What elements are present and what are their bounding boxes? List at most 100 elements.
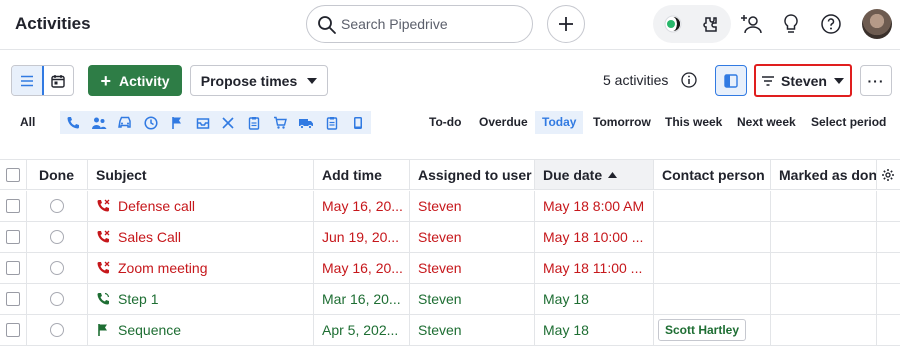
propose-times-button[interactable]: Propose times: [190, 65, 328, 96]
mark-done-radio[interactable]: [27, 253, 88, 283]
flag-icon[interactable]: [163, 111, 190, 134]
period-this-week[interactable]: This week: [658, 111, 729, 134]
clock-icon[interactable]: [137, 111, 164, 134]
cell-due-date: May 18: [535, 315, 654, 345]
marketplace-icon[interactable]: [699, 13, 721, 35]
column-settings[interactable]: [877, 160, 900, 189]
cell-subject[interactable]: Sequence: [88, 315, 314, 345]
cell-subject[interactable]: Defense call: [88, 191, 314, 221]
cell-marked-as-done: [771, 253, 877, 283]
column-marked-as-done[interactable]: Marked as done: [771, 160, 877, 189]
cell-add-time: May 16, 20...: [314, 191, 410, 221]
cell-add-time: Apr 5, 202...: [314, 315, 410, 345]
cell-subject[interactable]: Step 1: [88, 284, 314, 314]
cart-icon[interactable]: [267, 111, 294, 134]
inbox-icon[interactable]: [189, 111, 216, 134]
row-checkbox[interactable]: [0, 253, 27, 283]
column-subject[interactable]: Subject: [88, 160, 314, 189]
search-input[interactable]: [341, 14, 521, 34]
more-options-button[interactable]: ···: [860, 65, 892, 96]
phone-missed-icon: [96, 261, 110, 275]
cell-assigned: Steven: [410, 191, 535, 221]
search-icon: [318, 16, 336, 34]
column-done[interactable]: Done: [27, 160, 88, 189]
truck-icon[interactable]: [293, 111, 320, 134]
subject-link[interactable]: Zoom meeting: [118, 260, 207, 276]
lunch-icon[interactable]: [215, 111, 242, 134]
view-toggle: [11, 65, 74, 96]
list-view-button[interactable]: [12, 66, 44, 95]
table-row[interactable]: Sequence Apr 5, 202... Steven May 18 Sco…: [0, 315, 900, 346]
help-icon[interactable]: [819, 12, 843, 36]
calendar-view-button[interactable]: [43, 66, 73, 95]
plus-icon: +: [100, 70, 111, 91]
filter-label: Steven: [781, 72, 827, 89]
row-checkbox[interactable]: [0, 222, 27, 252]
cell-marked-as-done: [771, 222, 877, 252]
caret-down-icon: [307, 77, 318, 84]
column-due-date-label: Due date: [543, 166, 603, 183]
clipboard-icon[interactable]: [241, 111, 268, 134]
table-header: Done Subject Add time Assigned to user D…: [0, 159, 900, 190]
sidebar-toggle-button[interactable]: [715, 65, 747, 96]
row-checkbox[interactable]: [0, 191, 27, 221]
cell-add-time: Jun 19, 20...: [314, 222, 410, 252]
propose-times-label: Propose times: [200, 72, 298, 89]
meeting-icon[interactable]: [85, 111, 112, 134]
task-icon[interactable]: [319, 111, 346, 134]
subject-link[interactable]: Sales Call: [118, 229, 181, 245]
table-row[interactable]: Sales Call Jun 19, 20... Steven May 18 1…: [0, 222, 900, 253]
cell-add-time: May 16, 20...: [314, 253, 410, 283]
car-icon[interactable]: [111, 111, 138, 134]
avatar[interactable]: [862, 9, 892, 39]
table-row[interactable]: Defense call May 16, 20... Steven May 18…: [0, 191, 900, 222]
subject-link[interactable]: Step 1: [118, 291, 158, 307]
mark-done-radio[interactable]: [27, 222, 88, 252]
activity-type-filters: [60, 111, 372, 134]
page-title: Activities: [15, 14, 91, 33]
cell-assigned: Steven: [410, 315, 535, 345]
add-activity-label: Activity: [118, 72, 170, 89]
period-todo[interactable]: To-do: [422, 111, 468, 134]
row-checkbox[interactable]: [0, 315, 27, 345]
select-all-checkbox[interactable]: [0, 160, 27, 189]
period-today[interactable]: Today: [535, 111, 584, 134]
row-checkbox[interactable]: [0, 284, 27, 314]
search-box[interactable]: [306, 5, 533, 43]
cell-due-date: May 18 8:00 AM: [535, 191, 654, 221]
sort-ascending-icon: [608, 171, 618, 178]
filter-button[interactable]: Steven: [754, 64, 852, 97]
period-select[interactable]: Select period: [804, 111, 893, 134]
phone-icon[interactable]: [60, 111, 86, 134]
ellipsis-icon: ···: [867, 72, 885, 89]
mark-done-radio[interactable]: [27, 191, 88, 221]
table-row[interactable]: Step 1 Mar 16, 20... Steven May 18: [0, 284, 900, 315]
column-assigned[interactable]: Assigned to user: [410, 160, 535, 189]
period-tomorrow[interactable]: Tomorrow: [586, 111, 658, 134]
add-activity-button[interactable]: + Activity: [88, 65, 182, 96]
period-overdue[interactable]: Overdue: [472, 111, 535, 134]
top-bar: Activities: [0, 0, 900, 50]
filter-all[interactable]: All: [20, 115, 35, 129]
invite-users-icon[interactable]: [740, 12, 764, 36]
panel-icon: [724, 73, 738, 88]
column-due-date[interactable]: Due date: [535, 160, 654, 189]
quick-add-button[interactable]: [547, 5, 585, 43]
info-icon[interactable]: [681, 72, 697, 91]
contact-tag[interactable]: Scott Hartley: [658, 319, 747, 341]
mobile-icon[interactable]: [345, 111, 372, 134]
column-add-time[interactable]: Add time: [314, 160, 410, 189]
mark-done-radio[interactable]: [27, 315, 88, 345]
calendar-icon: [51, 74, 65, 88]
cell-subject[interactable]: Zoom meeting: [88, 253, 314, 283]
sales-assistant-icon[interactable]: [662, 13, 684, 35]
cell-add-time: Mar 16, 20...: [314, 284, 410, 314]
mark-done-radio[interactable]: [27, 284, 88, 314]
subject-link[interactable]: Defense call: [118, 198, 195, 214]
table-row[interactable]: Zoom meeting May 16, 20... Steven May 18…: [0, 253, 900, 284]
subject-link[interactable]: Sequence: [118, 322, 181, 338]
cell-subject[interactable]: Sales Call: [88, 222, 314, 252]
column-contact-person[interactable]: Contact person: [654, 160, 771, 189]
period-next-week[interactable]: Next week: [730, 111, 803, 134]
lightbulb-icon[interactable]: [779, 12, 803, 36]
